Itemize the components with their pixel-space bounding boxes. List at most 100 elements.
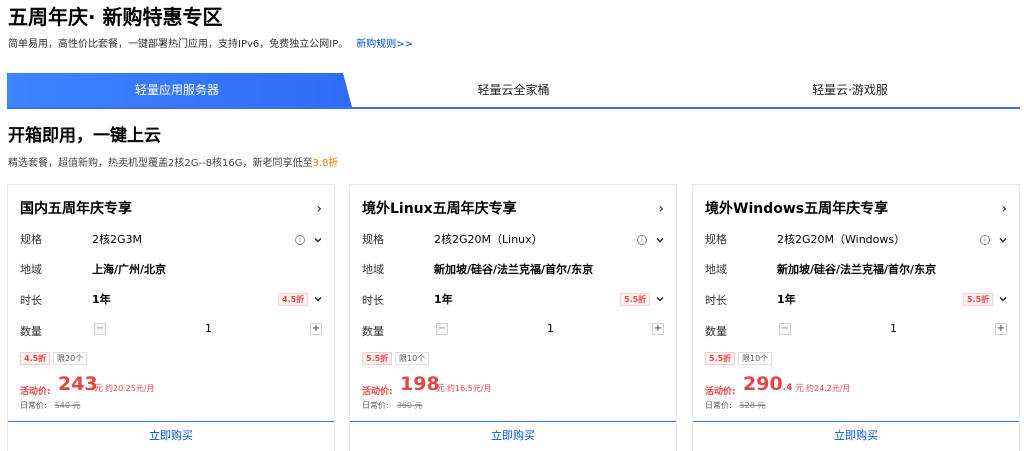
quantity-decrement-button[interactable]: − [436,323,448,335]
region-value[interactable]: 新加坡/硅谷/法兰克福/首尔/东京 [434,263,593,277]
promo-price: 290.4 [743,373,792,399]
monthly-price: 约24.2元/月 [806,384,851,393]
region-label: 地域 [362,263,384,276]
regular-price-label: 日常价: [20,401,47,410]
page-subtitle: 简单易用，高性价比套餐，一键部署热门应用，支持IPv6，免费独立公网IP。 新购规… [8,38,413,52]
limit-badge: 限10个 [738,352,773,365]
buy-now-button[interactable]: 立即购买 [350,421,676,451]
duration-discount-badge: 4.5折 [278,293,309,306]
duration-label: 时长 [705,294,727,307]
chevron-down-icon[interactable] [314,236,322,244]
chevron-right-icon[interactable]: › [658,200,664,218]
spec-value[interactable]: 2核2G3M [92,233,142,247]
product-card-overseas-windows: 境外Windows五周年庆专享 › 规格 2核2G20M（Windows） i … [692,184,1020,451]
promo-price-label: 活动价: [705,387,736,397]
quantity-label: 数量 [20,325,42,338]
quantity-decrement-button[interactable]: − [779,323,791,335]
promo-price-int: 198 [400,373,440,395]
chevron-down-icon[interactable] [656,295,664,303]
limit-badge: 限20个 [53,352,88,365]
product-card-domestic: 国内五周年庆专享 › 规格 2核2G3M i 地域 上海/广州/北京 时长 1年… [7,184,335,451]
duration-value[interactable]: 1年 [434,293,453,307]
chevron-right-icon[interactable]: › [316,200,322,218]
quantity-decrement-button[interactable]: − [94,323,106,335]
price-unit: 元约20.25元/月 [94,383,155,395]
spec-label: 规格 [362,233,384,246]
section-title: 开箱即用，一键上云 [8,126,161,146]
info-icon[interactable]: i [295,235,305,245]
product-tabs: 轻量应用服务器 轻量云全家桶 轻量云·游戏服 [7,73,1020,109]
regular-price: 日常价: 528 元 [705,400,766,412]
promo-price-int: 243 [58,373,98,395]
regular-price-label: 日常价: [705,401,732,410]
promo-price-int: 290 [743,373,783,395]
promo-price: 198 [400,373,440,399]
spec-label: 规格 [20,233,42,246]
regular-price-value: 540 元 [54,401,81,410]
buy-now-button[interactable]: 立即购买 [693,421,1019,451]
chevron-down-icon[interactable] [656,236,664,244]
chevron-right-icon[interactable]: › [1001,200,1007,218]
quantity-increment-button[interactable]: + [995,323,1007,335]
regular-price: 日常价: 360 元 [362,400,423,412]
duration-value[interactable]: 1年 [777,293,796,307]
quantity-value[interactable]: 1 [890,322,897,336]
purchase-rules-link[interactable]: 新购规则>> [356,39,413,50]
section-subtitle: 精选套餐，超值新购，热卖机型覆盖2核2G--8核16G，新老同享低至3.8折 [8,157,338,171]
currency-unit: 元 [436,384,446,394]
duration-discount-badge: 5.5折 [620,293,651,306]
regular-price-value: 360 元 [396,401,423,410]
chevron-down-icon[interactable] [999,236,1007,244]
regular-price-label: 日常价: [362,401,389,410]
card-title[interactable]: 国内五周年庆专享 [20,200,132,218]
buy-now-button[interactable]: 立即购买 [8,421,334,451]
promo-price-dec: .4 [782,383,793,393]
region-value[interactable]: 新加坡/硅谷/法兰克福/首尔/东京 [777,263,936,277]
tab-lighthouse-game[interactable]: 轻量云·游戏服 [680,73,1020,107]
quantity-label: 数量 [362,325,384,338]
quantity-label: 数量 [705,325,727,338]
page-subtitle-text: 简单易用，高性价比套餐，一键部署热门应用，支持IPv6，免费独立公网IP。 [8,39,349,50]
discount-badge: 5.5折 [705,352,736,365]
price-unit: 元约24.2元/月 [795,383,851,395]
info-icon[interactable]: i [980,235,990,245]
spec-label: 规格 [705,233,727,246]
section-subtitle-highlight: 3.8折 [312,158,339,169]
tab-lighthouse-server[interactable]: 轻量应用服务器 [7,73,347,107]
region-label: 地域 [20,263,42,276]
duration-discount-badge: 5.5折 [963,293,994,306]
price-unit: 元约16.5元/月 [436,383,492,395]
card-title[interactable]: 境外Windows五周年庆专享 [705,200,888,218]
section-subtitle-text: 精选套餐，超值新购，热卖机型覆盖2核2G--8核16G，新老同享低至 [8,158,313,169]
regular-price: 日常价: 540 元 [20,400,81,412]
tab-lighthouse-bundle[interactable]: 轻量云全家桶 [347,73,680,107]
discount-badge: 5.5折 [362,352,393,365]
spec-value[interactable]: 2核2G20M（Linux） [434,233,543,247]
duration-label: 时长 [20,294,42,307]
card-title[interactable]: 境外Linux五周年庆专享 [362,200,517,218]
product-card-overseas-linux: 境外Linux五周年庆专享 › 规格 2核2G20M（Linux） i 地域 新… [349,184,677,451]
duration-value[interactable]: 1年 [92,293,111,307]
discount-badge: 4.5折 [20,352,51,365]
limit-badge: 限10个 [395,352,430,365]
page-title: 五周年庆· 新购特惠专区 [8,5,223,29]
quantity-value[interactable]: 1 [547,322,554,336]
promo-price-label: 活动价: [362,387,393,397]
spec-value[interactable]: 2核2G20M（Windows） [777,233,905,247]
quantity-increment-button[interactable]: + [652,323,664,335]
quantity-increment-button[interactable]: + [310,323,322,335]
promo-price-label: 活动价: [20,387,51,397]
region-value[interactable]: 上海/广州/北京 [92,263,166,277]
regular-price-value: 528 元 [739,401,766,410]
monthly-price: 约20.25元/月 [105,384,155,393]
currency-unit: 元 [94,384,104,394]
duration-label: 时长 [362,294,384,307]
quantity-value[interactable]: 1 [205,322,212,336]
chevron-down-icon[interactable] [314,295,322,303]
region-label: 地域 [705,263,727,276]
chevron-down-icon[interactable] [999,295,1007,303]
currency-unit: 元 [795,384,805,394]
monthly-price: 约16.5元/月 [447,384,492,393]
promo-price: 243 [58,373,98,399]
info-icon[interactable]: i [637,235,647,245]
